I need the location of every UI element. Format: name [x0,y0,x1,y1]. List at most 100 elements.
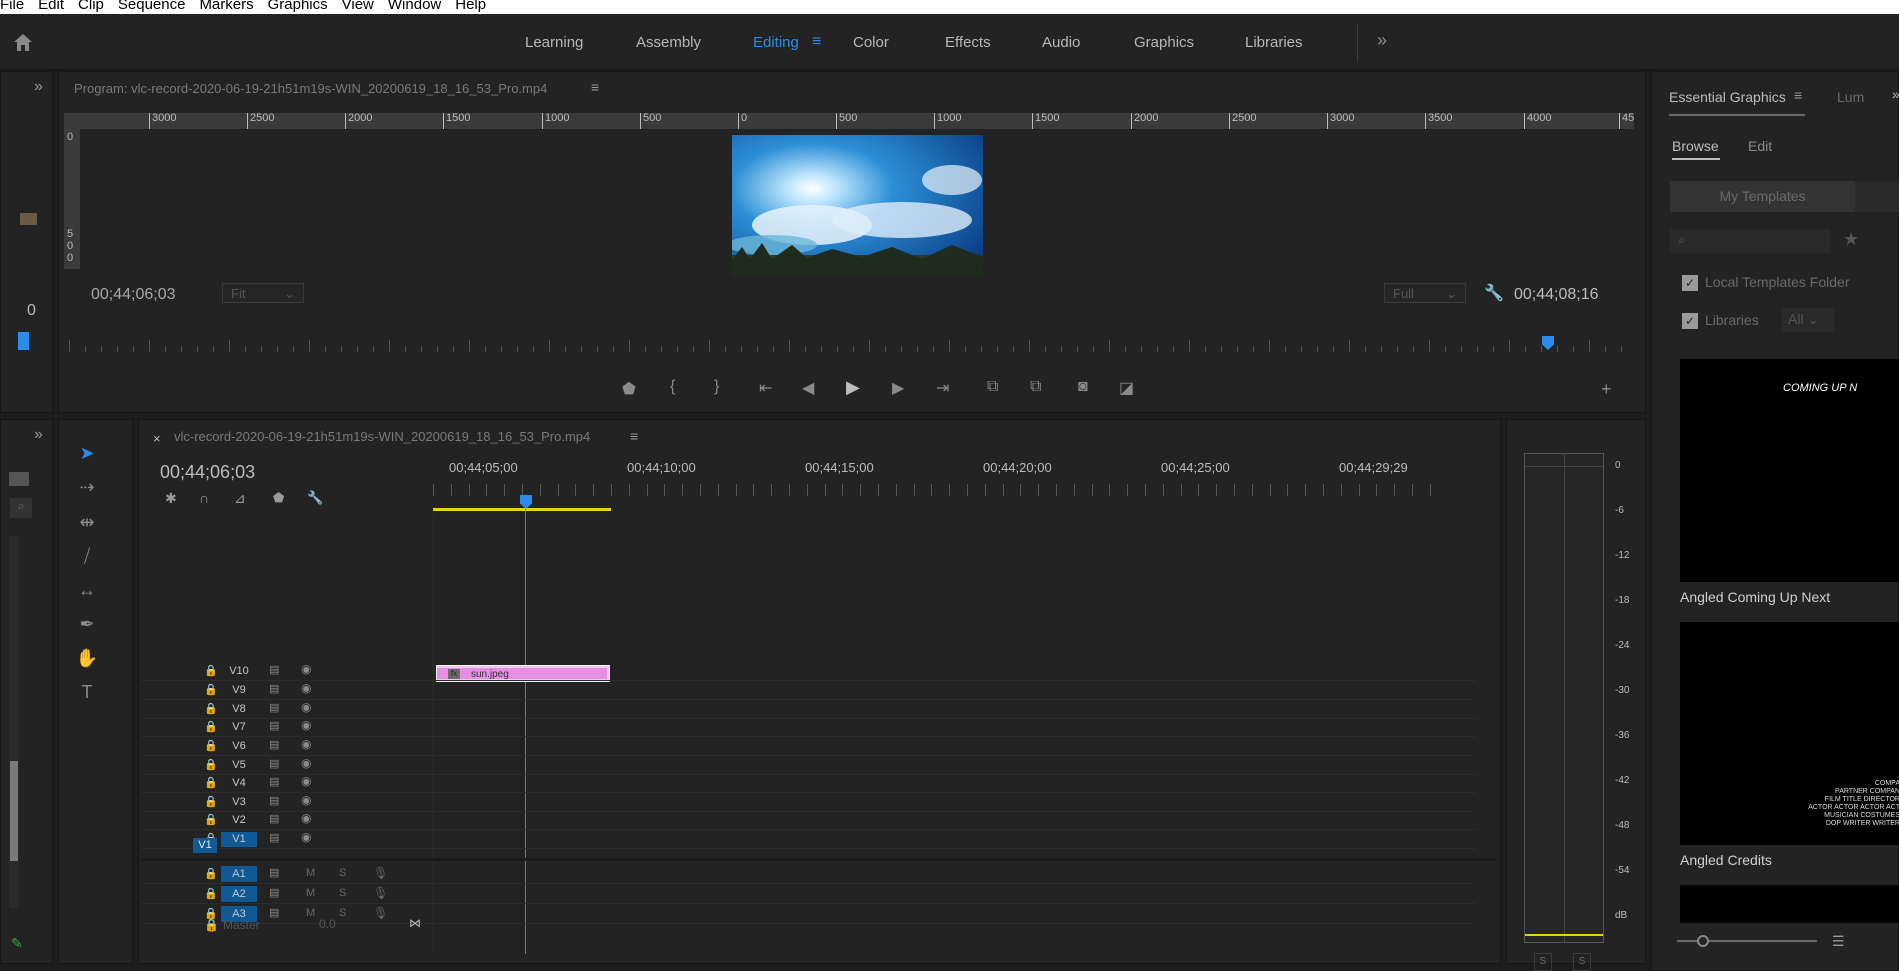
menu-window[interactable]: Window [388,0,441,12]
master-value[interactable]: 0.0 [319,917,336,931]
folder-icon[interactable] [9,472,29,486]
my-templates-button[interactable]: My Templates [1670,181,1855,212]
go-to-out-icon[interactable]: ⇥ [936,378,949,398]
edit-tab[interactable]: Edit [1748,138,1772,154]
type-tool-icon[interactable]: T [75,682,99,706]
eye-icon[interactable]: ◉ [301,718,311,732]
slip-tool-icon[interactable]: ↔ [75,580,99,604]
timeline-playhead[interactable] [520,495,532,509]
lock-icon[interactable]: 🔒 [204,720,218,733]
libraries-dropdown[interactable]: All ⌄ [1782,308,1834,332]
linked-selection-icon[interactable]: ⊿ [234,490,246,507]
sync-lock-icon[interactable]: ▤ [269,886,279,899]
ripple-edit-tool-icon[interactable]: ⇹ [75,512,99,536]
solo-button[interactable]: S [339,887,346,899]
menu-file[interactable]: File [0,0,24,12]
template-thumb-angled-credits[interactable]: COMPA PARTNER COMPAN FILM TITLE DIRECTOR… [1680,622,1899,845]
lift-icon[interactable]: ⧉ [987,378,998,396]
eg-title[interactable]: Essential Graphics [1669,89,1786,105]
expand-panel-icon[interactable]: » [34,426,43,444]
add-marker-icon[interactable]: ⬟ [622,379,636,399]
sync-lock-icon[interactable]: ▤ [269,663,279,676]
eye-icon[interactable]: ◉ [301,681,311,695]
fit-dropdown[interactable]: Fit ⌄ [222,283,304,303]
lock-icon[interactable]: 🔒 [204,918,219,932]
source-patch-v1[interactable]: V1 [193,838,217,853]
solo-button[interactable]: S [339,907,346,919]
sequence-title[interactable]: vlc-record-2020-06-19-21h51m19s-WIN_2020… [174,429,629,444]
close-icon[interactable]: × [153,431,161,446]
template-thumb-3[interactable] [1680,885,1899,923]
add-marker-icon[interactable]: ⬟ [273,490,284,506]
selection-tool-icon[interactable]: ➤ [75,443,99,467]
sync-lock-icon[interactable]: ▤ [269,719,279,732]
timeline-timecode[interactable]: 00;44;06;03 [160,462,255,483]
workspace-audio[interactable]: Audio [1042,34,1080,51]
lock-icon[interactable]: 🔒 [204,702,218,715]
workspace-editing[interactable]: Editing [753,34,799,51]
eye-icon[interactable]: ◉ [301,700,311,714]
playhead-handle[interactable] [18,332,29,350]
lock-icon[interactable]: 🔒 [204,664,218,677]
track-label[interactable]: V10 [221,664,257,679]
solo-left-button[interactable]: S [1534,953,1552,971]
mute-button[interactable]: M [306,887,315,899]
editing-menu-icon[interactable]: ≡ [812,33,821,51]
home-icon[interactable] [12,32,34,52]
lock-icon[interactable]: 🔒 [204,776,218,789]
list-view-icon[interactable]: ☰ [1832,933,1845,950]
template-thumb-coming-up-next[interactable]: COMING UP N [1680,359,1899,582]
track-label[interactable]: V7 [221,720,257,735]
expand-panel-icon[interactable]: » [34,78,43,96]
microphone-icon[interactable]: 🎙 [373,906,388,920]
sync-lock-icon[interactable]: ▤ [269,812,279,825]
lumetri-tab[interactable]: Lum [1837,89,1864,105]
workspace-learning[interactable]: Learning [525,34,583,51]
program-menu-icon[interactable]: ≡ [591,79,599,95]
lock-icon[interactable]: 🔒 [204,795,218,808]
scrollbar[interactable] [9,536,19,908]
eye-icon[interactable]: ◉ [301,756,311,770]
lock-icon[interactable]: 🔒 [204,758,218,771]
workspace-libraries[interactable]: Libraries [1245,34,1303,51]
mute-button[interactable]: M [306,907,315,919]
slider-handle[interactable] [1697,935,1709,947]
sync-lock-icon[interactable]: ▤ [269,906,279,919]
star-icon[interactable]: ★ [1843,229,1859,250]
eye-icon[interactable]: ◉ [301,774,311,788]
local-templates-checkbox[interactable]: ✓ [1682,275,1698,291]
solo-right-button[interactable]: S [1573,953,1591,971]
track-label[interactable]: V1 [221,832,257,847]
sequence-menu-icon[interactable]: ≡ [630,428,638,444]
eye-icon[interactable]: ◉ [301,662,311,676]
sync-lock-icon[interactable]: ▤ [269,701,279,714]
scrollbar-thumb[interactable] [10,761,18,861]
add-button-icon[interactable]: + [1601,379,1612,400]
export-frame-icon[interactable]: ◙ [1078,378,1088,396]
more-workspaces-icon[interactable]: » [1377,30,1387,51]
sync-lock-icon[interactable]: ▤ [269,757,279,770]
track-label[interactable]: V6 [221,739,257,754]
lock-icon[interactable]: 🔒 [204,683,218,696]
menu-sequence[interactable]: Sequence [118,0,186,12]
timeline-settings-icon[interactable]: 🔧 [307,490,323,506]
work-area-bar[interactable] [433,508,611,511]
search-input[interactable]: ⌕ [1670,229,1830,253]
mark-in-icon[interactable]: { [670,378,675,396]
track-label[interactable]: V5 [221,758,257,773]
track-select-tool-icon[interactable]: ⇢ [75,477,99,501]
sync-lock-icon[interactable]: ▤ [269,794,279,807]
workspace-color[interactable]: Color [853,34,889,51]
microphone-icon[interactable]: 🎙 [373,886,388,900]
solo-button[interactable]: S [339,867,346,879]
compare-view-icon[interactable]: ◪ [1119,378,1134,398]
eye-icon[interactable]: ◉ [301,830,311,844]
pen-tool-icon[interactable]: ✒ [75,614,99,638]
program-timecode-in[interactable]: 00;44;06;03 [91,286,176,304]
sync-lock-icon[interactable]: ▤ [269,831,279,844]
track-label[interactable]: A2 [221,886,257,902]
eg-menu-icon[interactable]: ≡ [1794,87,1802,103]
quality-dropdown[interactable]: Full ⌄ [1384,283,1466,303]
menu-view[interactable]: View [342,0,374,12]
lock-icon[interactable]: 🔒 [204,867,218,880]
